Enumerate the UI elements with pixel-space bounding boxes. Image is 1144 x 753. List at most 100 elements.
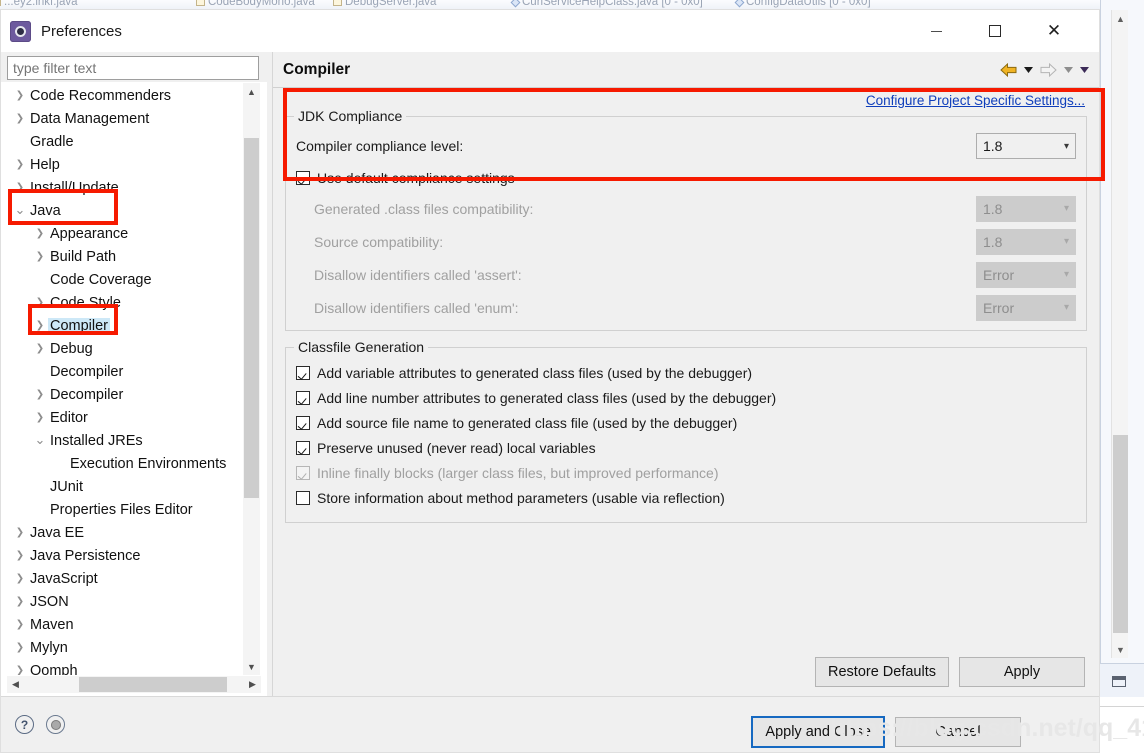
chevron-right-icon[interactable]: ❯	[12, 619, 28, 630]
forward-arrow-icon[interactable]	[1037, 59, 1059, 81]
sidebar-item-code-coverage[interactable]: Code Coverage	[8, 268, 260, 291]
forward-history-chevron-down-icon[interactable]	[1061, 59, 1075, 81]
close-button[interactable]: ✕	[1031, 10, 1077, 52]
preferences-tree[interactable]: ❯ Code Recommenders ❯ Data Management Gradle…	[7, 82, 261, 676]
classfile-option-row[interactable]: Preserve unused (never read) local varia…	[296, 435, 1076, 460]
sidebar-item-junit[interactable]: JUnit	[8, 475, 260, 498]
chevron-right-icon[interactable]: ❯	[12, 596, 28, 607]
chevron-right-icon[interactable]: ❯	[32, 228, 48, 239]
classfile-option-checkbox[interactable]	[296, 440, 310, 455]
tree-scroll-left-icon[interactable]: ◀	[7, 676, 24, 693]
sidebar-item-execution-environments[interactable]: Execution Environments	[8, 452, 260, 475]
page-menu-chevron-down-icon[interactable]	[1077, 59, 1091, 81]
sidebar-item-installed-jres[interactable]: ⌄ Installed JREs	[8, 429, 260, 452]
chevron-right-icon[interactable]: ❯	[32, 251, 48, 262]
sidebar-item-properties-files-editor[interactable]: Properties Files Editor	[8, 498, 260, 521]
jdk-setting-row: Disallow identifiers called 'enum': Error…	[296, 291, 1076, 324]
classfile-option-row[interactable]: Add line number attributes to generated …	[296, 385, 1076, 410]
sidebar-item-decompiler[interactable]: ❯ Decompiler	[8, 383, 260, 406]
restore-defaults-button[interactable]: Restore Defaults	[815, 657, 949, 687]
tree-scroll-down-icon[interactable]: ▼	[243, 658, 260, 675]
chevron-right-icon[interactable]: ❯	[32, 389, 48, 400]
sidebar-item-java-ee[interactable]: ❯ Java EE	[8, 521, 260, 544]
scroll-up-icon[interactable]: ▲	[1112, 10, 1129, 27]
scroll-down-icon[interactable]: ▼	[1112, 641, 1129, 658]
sidebar-item-data-management[interactable]: ❯ Data Management	[8, 107, 260, 130]
chevron-down-icon[interactable]: ⌄	[32, 434, 48, 447]
sidebar-item-java-persistence[interactable]: ❯ Java Persistence	[8, 544, 260, 567]
chevron-right-icon[interactable]: ❯	[12, 159, 28, 170]
sidebar-item-java[interactable]: ⌄ Java	[8, 199, 260, 222]
classfile-option-checkbox[interactable]	[296, 390, 310, 405]
chevron-right-icon[interactable]: ❯	[12, 182, 28, 193]
jdk-setting-select: Error ▾	[976, 294, 1076, 321]
classfile-generation-group: Classfile Generation Add variable attrib…	[285, 339, 1087, 523]
file-icon	[196, 0, 205, 6]
compiler-compliance-level-select[interactable]: 1.8 ▾	[976, 133, 1076, 159]
tree-scroll-right-icon[interactable]: ▶	[244, 676, 261, 693]
use-default-compliance-settings-row[interactable]: Use default compliance settings	[296, 165, 1076, 190]
chevron-right-icon[interactable]: ❯	[32, 297, 48, 308]
sidebar-item-build-path[interactable]: ❯ Build Path	[8, 245, 260, 268]
chevron-right-icon[interactable]: ❯	[12, 642, 28, 653]
sidebar-item-appearance[interactable]: ❯ Appearance	[8, 222, 260, 245]
classfile-option-checkbox[interactable]	[296, 415, 310, 430]
classfile-option-row[interactable]: Add variable attributes to generated cla…	[296, 360, 1076, 385]
chevron-right-icon[interactable]: ❯	[12, 665, 28, 675]
chevron-right-icon[interactable]: ❯	[32, 343, 48, 354]
chevron-right-icon[interactable]: ❯	[12, 573, 28, 584]
chevron-right-icon[interactable]: ❯	[32, 320, 48, 331]
apply-button[interactable]: Apply	[959, 657, 1085, 687]
page-header: Compiler	[273, 52, 1099, 88]
dialog-body: ❯Code Recommenders❯Data ManagementGradle…	[1, 52, 1099, 696]
sidebar-item-install-update[interactable]: ❯ Install/Update	[8, 176, 260, 199]
background-restore-icon[interactable]	[1112, 676, 1126, 687]
classfile-option-checkbox[interactable]	[296, 365, 310, 380]
sidebar-item-javascript[interactable]: ❯ JavaScript	[8, 567, 260, 590]
minimize-button[interactable]	[913, 10, 959, 52]
sidebar-item-help[interactable]: ❯ Help	[8, 153, 260, 176]
use-default-compliance-settings-checkbox[interactable]	[296, 170, 310, 185]
tree-vertical-scrollbar[interactable]: ▲ ▼	[243, 83, 260, 675]
question-mark-icon[interactable]: ?	[15, 715, 34, 734]
maximize-button[interactable]	[972, 10, 1018, 52]
classfile-option-row[interactable]: Add source file name to generated class …	[296, 410, 1076, 435]
sidebar-item-label: Debug	[50, 340, 93, 357]
circle-button-icon[interactable]	[46, 715, 65, 734]
sidebar-item-code-recommenders[interactable]: ❯ Code Recommenders	[8, 84, 260, 107]
sidebar-item-gradle[interactable]: Gradle	[8, 130, 260, 153]
tree-scrollbar-thumb[interactable]	[244, 138, 259, 498]
chevron-right-icon[interactable]: ❯	[12, 527, 28, 538]
tree-horizontal-scrollbar[interactable]: ◀ ▶	[7, 676, 261, 693]
sidebar-item-json[interactable]: ❯ JSON	[8, 590, 260, 613]
sidebar-item-compiler[interactable]: ❯ Compiler	[8, 314, 260, 337]
sidebar-item-oomph[interactable]: ❯ Oomph	[8, 659, 260, 676]
sidebar-item-decompiler[interactable]: Decompiler	[8, 360, 260, 383]
sidebar-item-label: Appearance	[50, 225, 129, 242]
scrollbar-thumb[interactable]	[1113, 435, 1128, 633]
back-history-chevron-down-icon[interactable]	[1021, 59, 1035, 81]
classfile-option-label: Add source file name to generated class …	[317, 414, 738, 431]
filter-input[interactable]	[7, 56, 259, 80]
sidebar-item-editor[interactable]: ❯ Editor	[8, 406, 260, 429]
background-vertical-scrollbar[interactable]: ▲ ▼	[1111, 10, 1128, 658]
sidebar-item-code-style[interactable]: ❯ Code Style	[8, 291, 260, 314]
sidebar-item-label: Help	[30, 156, 60, 173]
sidebar-item-mylyn[interactable]: ❯ Mylyn	[8, 636, 260, 659]
chevron-right-icon[interactable]: ❯	[32, 412, 48, 423]
classfile-option-checkbox[interactable]	[296, 490, 310, 505]
chevron-right-icon[interactable]: ❯	[12, 113, 28, 124]
dialog-titlebar[interactable]: Preferences ✕	[1, 10, 1099, 52]
sidebar-item-debug[interactable]: ❯ Debug	[8, 337, 260, 360]
back-arrow-icon[interactable]	[997, 59, 1019, 81]
jdk-setting-select: 1.8 ▾	[976, 228, 1076, 255]
tree-hscrollbar-thumb[interactable]	[79, 677, 227, 692]
background-editor-tab-label: CodeBodyMono.java	[208, 0, 315, 8]
sidebar-item-maven[interactable]: ❯ Maven	[8, 613, 260, 636]
chevron-right-icon[interactable]: ❯	[12, 90, 28, 101]
tree-scroll-up-icon[interactable]: ▲	[243, 83, 260, 100]
chevron-down-icon[interactable]: ⌄	[12, 204, 28, 217]
classfile-option-row[interactable]: Store information about method parameter…	[296, 485, 1076, 510]
chevron-right-icon[interactable]: ❯	[12, 550, 28, 561]
configure-project-specific-settings-link[interactable]: Configure Project Specific Settings...	[866, 93, 1085, 108]
